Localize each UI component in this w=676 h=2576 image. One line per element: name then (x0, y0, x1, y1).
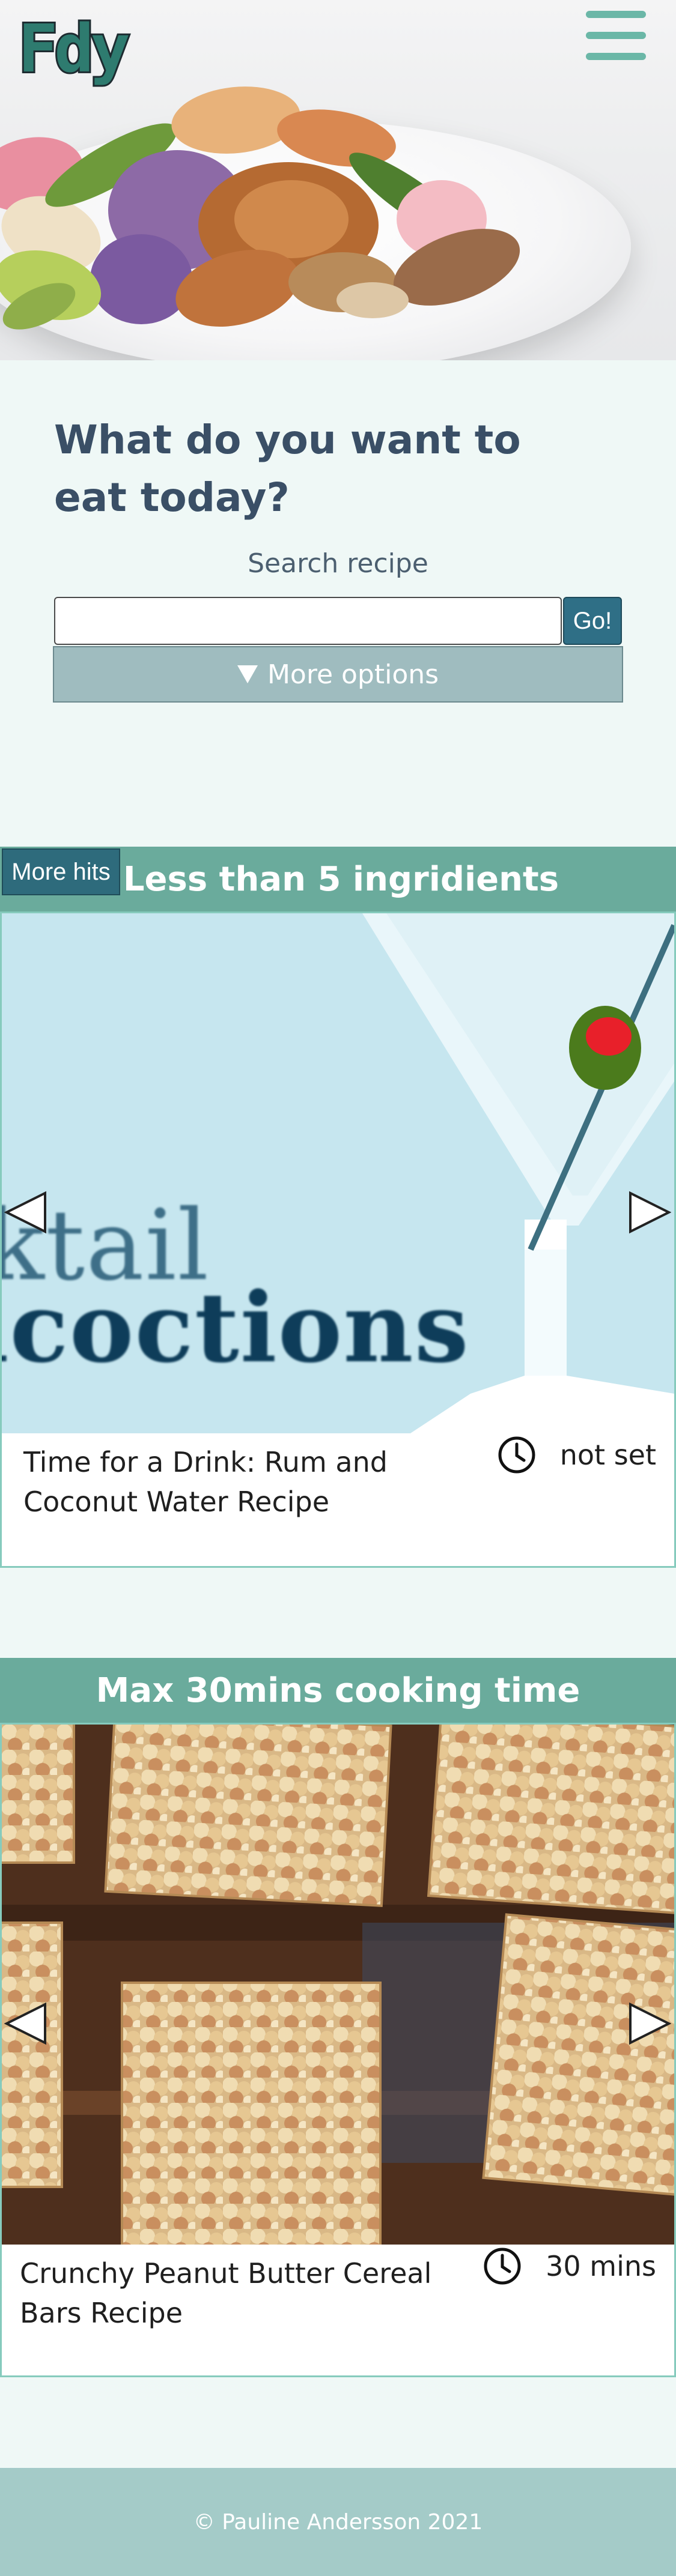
carousel-prev-arrow-icon[interactable] (4, 2002, 47, 2045)
image-text-line2: ncoctions (2, 1271, 470, 1384)
carousel-next-arrow-icon[interactable] (628, 2002, 671, 2045)
cooking-time-text: not set (559, 1439, 656, 1471)
recipe-title[interactable]: Crunchy Peanut Butter Cereal Bars Recipe (20, 2254, 477, 2333)
more-hits-button[interactable]: More hits (2, 848, 120, 895)
recipe-info: Time for a Drink: Rum and Coconut Water … (2, 1433, 674, 1566)
recipe-image[interactable] (2, 1725, 674, 2245)
footer: © Pauline Andersson 2021 (0, 2468, 676, 2576)
go-button[interactable]: Go! (563, 597, 622, 645)
recipe-card[interactable]: Crunchy Peanut Butter Cereal Bars Recipe… (0, 1723, 676, 2377)
app-logo[interactable]: Fdy (16, 14, 132, 83)
clock-icon (484, 2248, 521, 2285)
cooking-time-text: 30 mins (546, 2250, 656, 2282)
hero-header: Fdy (0, 0, 676, 360)
search-input[interactable] (54, 597, 562, 645)
recipe-info: Crunchy Peanut Butter Cereal Bars Recipe… (2, 2245, 674, 2375)
search-section: What do you want to eat today? Search re… (0, 360, 676, 847)
carousel-next-arrow-icon[interactable] (628, 1191, 671, 1234)
clock-icon (498, 1436, 535, 1474)
more-options-button[interactable]: More options (53, 646, 623, 703)
carousel-heading-text: Max 30mins cooking time (96, 1670, 580, 1710)
copyright-text: © Pauline Andersson 2021 (193, 2509, 483, 2535)
cooking-time: not set (498, 1436, 656, 1474)
carousel-heading-max-30mins: Max 30mins cooking time (0, 1658, 676, 1723)
recipe-card[interactable]: cktail ncoctions Time for a Drink: Rum a… (0, 912, 676, 1568)
triangle-down-icon (237, 665, 258, 683)
hamburger-menu-icon[interactable] (583, 8, 649, 62)
search-heading: What do you want to eat today? (54, 417, 521, 521)
recipe-title[interactable]: Time for a Drink: Rum and Coconut Water … (23, 1442, 480, 1522)
search-label: Search recipe (248, 548, 428, 579)
carousel-prev-arrow-icon[interactable] (4, 1191, 47, 1234)
recipe-image[interactable]: cktail ncoctions (2, 913, 674, 1433)
more-options-label: More options (267, 659, 439, 690)
carousel-heading-text: Less than 5 ingridients (123, 859, 559, 899)
cooking-time: 30 mins (483, 2247, 656, 2285)
